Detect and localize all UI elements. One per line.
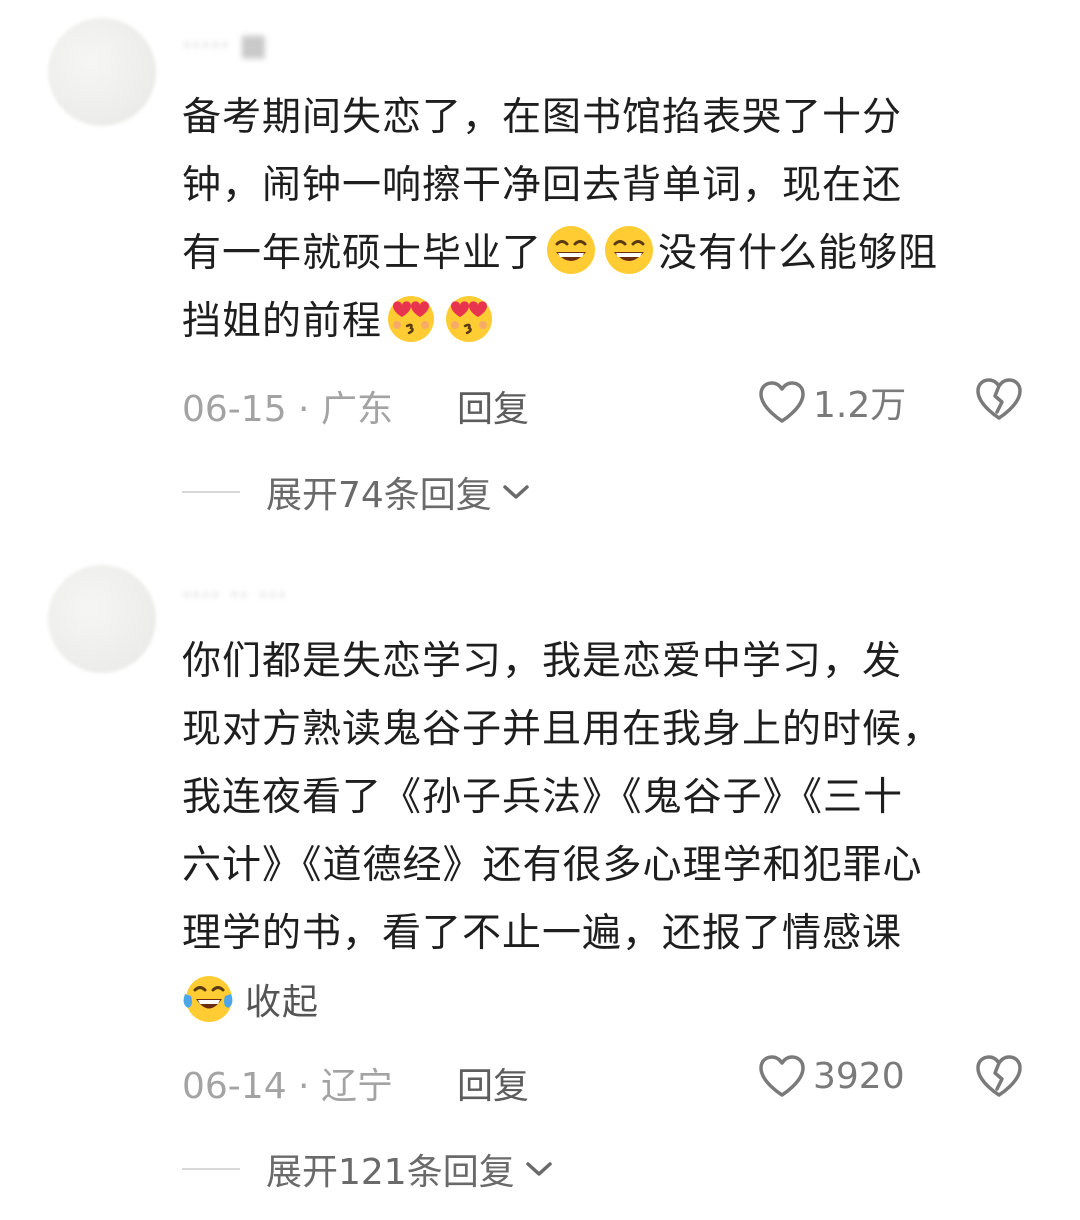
laughing-crying-face-icon <box>182 972 234 1024</box>
comment-date-location: 06-14 · 辽宁 <box>182 1066 393 1107</box>
expand-replies-label: 展开74条回复 <box>266 475 492 516</box>
broken-heart-icon <box>976 378 1022 420</box>
chevron-down-icon <box>525 1162 552 1176</box>
like-count: 1.2万 <box>813 385 907 426</box>
comment-text: 你们都是失恋学习，我是恋爱中学习，发 现对方熟读鬼谷子并且用在我身上的时候， 我… <box>182 628 1042 1037</box>
broken-heart-icon <box>976 1055 1022 1097</box>
expand-replies-label: 展开121条回复 <box>266 1152 515 1193</box>
like-button[interactable]: 1.2万 <box>757 376 906 428</box>
smiling-face-with-heart-eyes-icon <box>385 292 437 344</box>
username[interactable]: ····· ■ <box>182 28 268 63</box>
reply-button[interactable]: 回复 <box>457 380 529 432</box>
comment-text-line: 现对方熟读鬼谷子并且用在我身上的时候， <box>182 707 943 752</box>
comment-text-line-with-emoji: 挡姐的前程 <box>182 288 1042 356</box>
heart-outline-icon <box>759 381 805 423</box>
divider <box>182 491 240 493</box>
grinning-squinting-face-icon <box>603 224 655 276</box>
comment-text-segment: 挡姐的前程 <box>182 299 383 344</box>
reply-button[interactable]: 回复 <box>457 1057 529 1109</box>
comment-meta: 06-15 · 广东 回复 1.2万 <box>182 378 1042 432</box>
like-button[interactable]: 3920 <box>757 1053 905 1099</box>
comment-text-segment: 有一年就硕士毕业了 <box>182 231 543 276</box>
heart-outline-icon <box>759 1055 805 1097</box>
comment-text: 备考期间失恋了，在图书馆掐表哭了十分 钟，闹钟一响擦干净回去背单词，现在还 有一… <box>182 84 1042 356</box>
comment-text-segment: 没有什么能够阻 <box>658 231 939 276</box>
divider <box>182 1168 240 1170</box>
expand-replies-button[interactable]: 展开74条回复 <box>182 466 532 518</box>
chevron-down-icon <box>503 485 529 499</box>
dislike-button[interactable] <box>974 1053 1024 1108</box>
comment-text-line: 我连夜看了《孙子兵法》《鬼谷子》《三十 <box>182 775 904 820</box>
avatar[interactable] <box>48 18 156 126</box>
comment-date-location: 06-15 · 广东 <box>182 389 393 430</box>
like-count: 3920 <box>813 1055 905 1097</box>
comment-text-line: 你们都是失恋学习，我是恋爱中学习，发 <box>182 639 903 684</box>
expand-replies-button[interactable]: 展开121条回复 <box>182 1143 555 1195</box>
comment-text-line: 钟，闹钟一响擦干净回去背单词，现在还 <box>182 163 903 208</box>
comment-text-line: 理学的书，看了不止一遍，还报了情感课 <box>182 911 903 956</box>
grinning-squinting-face-icon <box>545 224 597 276</box>
dislike-button[interactable] <box>974 376 1024 431</box>
username[interactable]: ···· ·· ··· <box>182 578 287 613</box>
comment-text-line: 备考期间失恋了，在图书馆掐表哭了十分 <box>182 95 903 140</box>
smiling-face-with-heart-eyes-icon <box>443 292 495 344</box>
comment-text-line-with-emoji: 收起 <box>182 968 1042 1037</box>
comment-text-line: 六计》《道德经》还有很多心理学和犯罪心 <box>182 843 923 888</box>
comment-list: ····· ■ 备考期间失恋了，在图书馆掐表哭了十分 钟，闹钟一响擦干净回去背单… <box>0 0 1080 1220</box>
avatar[interactable] <box>48 565 156 673</box>
collapse-text-button[interactable]: 收起 <box>245 982 319 1023</box>
comment-meta: 06-14 · 辽宁 回复 3920 <box>182 1055 1042 1109</box>
comment-text-line-with-emoji: 有一年就硕士毕业了 没有什么能够阻 <box>182 220 1042 288</box>
